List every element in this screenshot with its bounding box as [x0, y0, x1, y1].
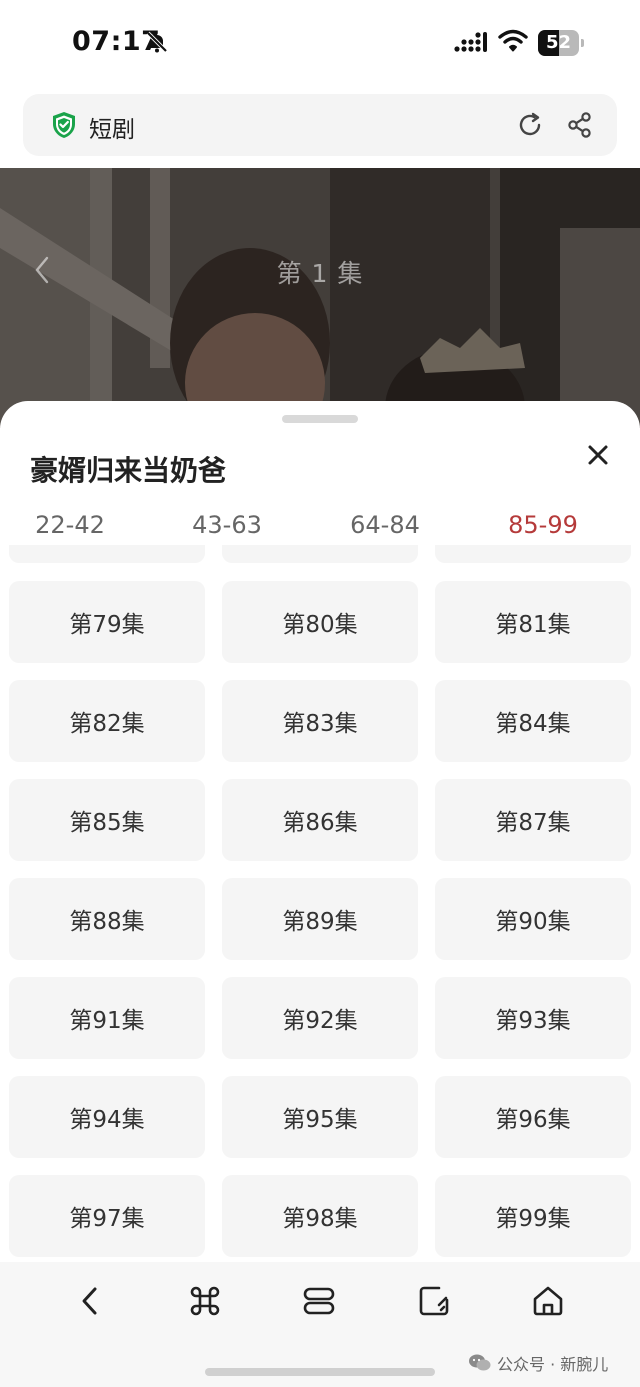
episode-cell[interactable]: 第93集: [435, 977, 631, 1059]
episode-cell[interactable]: 第86集: [222, 779, 418, 861]
battery-indicator: 52: [538, 30, 584, 56]
page-title: 短剧: [89, 117, 135, 143]
shield-check-icon: [53, 112, 75, 138]
episode-cell[interactable]: 第79集: [9, 581, 205, 663]
episode-cell[interactable]: 第87集: [435, 779, 631, 861]
episode-cell[interactable]: 第95集: [222, 1076, 418, 1158]
battery-level: 52: [545, 32, 572, 53]
episode-cell[interactable]: 第92集: [222, 977, 418, 1059]
episode-picker-sheet: 豪婿归来当奶爸 22-42 43-63 64-84 85-99 第79集 第80集…: [0, 401, 640, 1387]
wechat-icon: [469, 1354, 491, 1371]
wifi-icon: [498, 29, 528, 52]
episode-cell-partial[interactable]: [222, 545, 418, 563]
episode-cell[interactable]: 第91集: [9, 977, 205, 1059]
episode-grid-viewport[interactable]: 第79集 第80集 第81集第82集 第83集 第84集第85集 第86集 第87集第88集…: [0, 545, 640, 1263]
tab-range-85-99[interactable]: 85-99: [473, 511, 613, 539]
video-player[interactable]: 第 1 集: [0, 168, 640, 428]
bell-muted-icon: [146, 31, 168, 53]
tabs-icon[interactable]: [302, 1284, 336, 1318]
watermark-text: 公众号 · 新腕儿: [497, 1355, 609, 1374]
tab-range-22-42[interactable]: 22-42: [0, 511, 140, 539]
tab-range-64-84[interactable]: 64-84: [315, 511, 455, 539]
episode-grid: 第79集 第80集 第81集第82集 第83集 第84集第85集 第86集 第87集第88集…: [9, 581, 632, 1257]
battery-body: 52: [538, 30, 579, 56]
app-screen: 07:17 52 短剧 第 1 集 豪婿归来当奶爸 22-42 43-63 64…: [0, 0, 640, 1387]
home-indicator[interactable]: [205, 1368, 435, 1376]
bottom-toolbar: 公众号 · 新腕儿: [0, 1262, 640, 1387]
address-bar[interactable]: 短剧: [23, 94, 617, 156]
refresh-icon[interactable]: [516, 111, 544, 139]
current-episode-title: 第 1 集: [276, 259, 364, 288]
episode-cell[interactable]: 第89集: [222, 878, 418, 960]
video-frame-image: [0, 168, 640, 428]
drama-title: 豪婿归来当奶爸: [30, 454, 227, 487]
edit-icon[interactable]: [417, 1284, 451, 1318]
sheet-drag-handle[interactable]: [282, 415, 358, 423]
episode-cell-partial[interactable]: [435, 545, 631, 563]
share-icon[interactable]: [566, 111, 594, 139]
episode-cell[interactable]: 第85集: [9, 779, 205, 861]
episode-cell[interactable]: 第90集: [435, 878, 631, 960]
episode-cell[interactable]: 第88集: [9, 878, 205, 960]
episode-cell[interactable]: 第98集: [222, 1175, 418, 1257]
episode-cell[interactable]: 第94集: [9, 1076, 205, 1158]
episode-cell-partial[interactable]: [9, 545, 205, 563]
episode-cell[interactable]: 第82集: [9, 680, 205, 762]
episode-cell[interactable]: 第80集: [222, 581, 418, 663]
episode-cell[interactable]: 第97集: [9, 1175, 205, 1257]
back-icon[interactable]: [74, 1284, 108, 1318]
command-icon[interactable]: [188, 1284, 222, 1318]
episode-cell[interactable]: 第96集: [435, 1076, 631, 1158]
tab-range-43-63[interactable]: 43-63: [157, 511, 297, 539]
episode-cell[interactable]: 第83集: [222, 680, 418, 762]
episode-cell[interactable]: 第99集: [435, 1175, 631, 1257]
battery-cap: [581, 39, 584, 47]
cellular-signal-icon: [454, 32, 487, 52]
close-icon[interactable]: [584, 441, 612, 469]
episode-cell[interactable]: 第84集: [435, 680, 631, 762]
watermark: 公众号 · 新腕儿: [468, 1351, 608, 1375]
status-bar: 07:17 52: [0, 0, 640, 86]
episode-cell[interactable]: 第81集: [435, 581, 631, 663]
home-icon[interactable]: [531, 1284, 565, 1318]
